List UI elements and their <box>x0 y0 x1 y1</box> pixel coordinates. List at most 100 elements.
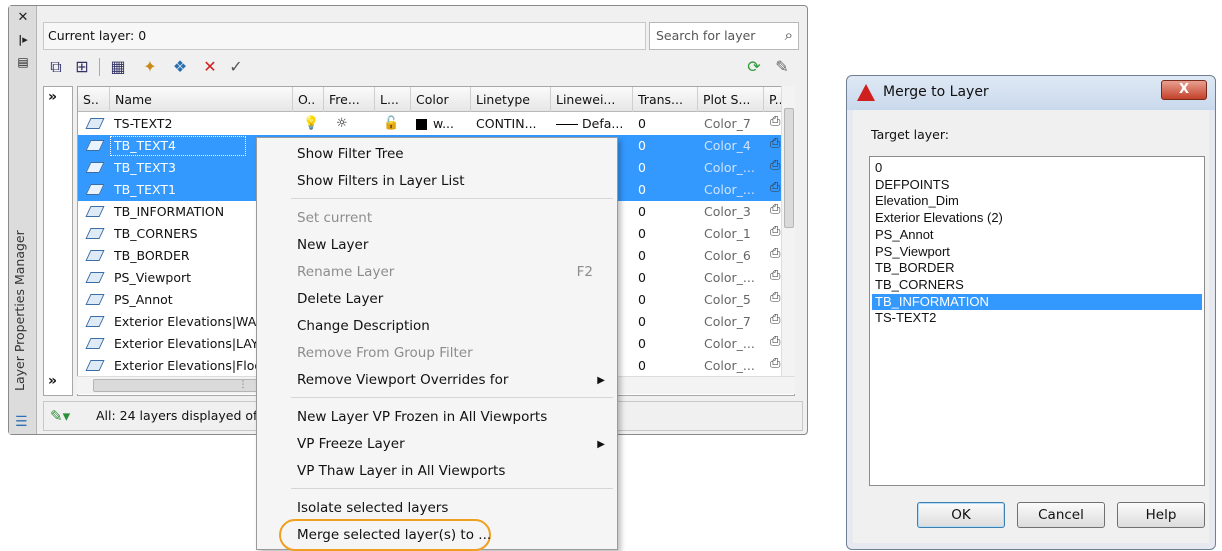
layer-transparency[interactable]: 0 <box>638 333 646 355</box>
plot-icon[interactable]: ⎙ <box>770 202 780 217</box>
menu-item[interactable]: VP Thaw Layer in All Viewports <box>257 458 617 485</box>
new-layer-icon[interactable]: ✦ <box>139 56 161 78</box>
layer-row[interactable]: TS-TEXT2 💡 ☼ 🔓 w... CONTIN... Defa... 0 Color_7 ⎙ <box>78 113 794 135</box>
layer-color[interactable]: w... <box>433 113 469 135</box>
layer-plot-style[interactable]: Color_4 <box>704 135 762 157</box>
target-layer-item[interactable]: TB_CORNERS <box>872 277 1202 293</box>
menu-item[interactable]: Change Description <box>257 313 617 340</box>
plot-icon[interactable]: ⎙ <box>770 356 780 371</box>
plot-icon[interactable]: ⎙ <box>770 224 780 239</box>
column-header[interactable]: O.. <box>293 87 324 112</box>
column-header[interactable]: S.. <box>78 87 110 112</box>
filter-status-icon[interactable]: ✎▾ <box>50 407 70 425</box>
settings-wrench-icon[interactable]: ✎ <box>771 56 793 78</box>
column-header[interactable]: Plot S... <box>698 87 764 112</box>
menu-item[interactable]: Show Filter Tree <box>257 141 617 168</box>
close-icon[interactable]: ✕ <box>14 10 32 26</box>
plot-icon[interactable]: ⎙ <box>770 268 780 283</box>
target-layer-list[interactable]: 0 DEFPOINTS Elevation_Dim Exterior Elevatio… <box>869 156 1205 486</box>
column-header[interactable]: Color <box>411 87 471 112</box>
target-layer-item[interactable]: PS_Annot <box>872 227 1202 243</box>
menu-item[interactable]: New Layer <box>257 232 617 259</box>
layer-transparency[interactable]: 0 <box>638 135 646 157</box>
layer-transparency[interactable]: 0 <box>638 179 646 201</box>
menu-item[interactable]: VP Freeze Layer ▶ <box>257 431 617 458</box>
layer-plot-style[interactable]: Color_... <box>704 267 762 289</box>
layer-transparency[interactable]: 0 <box>638 267 646 289</box>
plot-icon[interactable]: ⎙ <box>770 158 780 173</box>
expand-filter-icon[interactable]: » <box>48 89 57 105</box>
search-icon[interactable]: ⌕ <box>785 26 793 44</box>
menu-item[interactable]: Merge selected layer(s) to ... <box>257 522 617 549</box>
plot-icon[interactable]: ⎙ <box>770 246 780 261</box>
layer-plot-style[interactable]: Color_7 <box>704 113 762 135</box>
layer-plot-style[interactable]: Color_... <box>704 179 762 201</box>
layer-transparency[interactable]: 0 <box>638 223 646 245</box>
layer-plot-style[interactable]: Color_7 <box>704 311 762 333</box>
target-layer-item[interactable]: 0 <box>872 160 1202 176</box>
set-current-icon[interactable]: ✓ <box>225 56 247 78</box>
layer-transparency[interactable]: 0 <box>638 201 646 223</box>
properties-icon[interactable]: ▤ <box>14 54 32 70</box>
expand-filter-bottom-icon[interactable]: » <box>48 373 57 389</box>
column-header[interactable]: Name <box>110 87 293 112</box>
color-swatch[interactable] <box>416 119 427 130</box>
layer-name[interactable]: TS-TEXT2 <box>114 113 292 135</box>
plot-icon[interactable]: ⎙ <box>770 114 780 129</box>
cancel-button[interactable]: Cancel <box>1017 502 1105 528</box>
menu-item[interactable]: Delete Layer <box>257 286 617 313</box>
layer-plot-style[interactable]: Color_1 <box>704 223 762 245</box>
layer-states-manager-icon[interactable]: ▦ <box>107 56 129 78</box>
close-button[interactable]: X <box>1161 80 1207 100</box>
plot-icon[interactable]: ⎙ <box>770 334 780 349</box>
layer-transparency[interactable]: 0 <box>638 289 646 311</box>
target-layer-item[interactable]: PS_Viewport <box>872 244 1202 260</box>
unlock-icon[interactable]: 🔓 <box>383 113 399 135</box>
ok-button[interactable]: OK <box>917 502 1005 528</box>
auto-hide-icon[interactable]: |▸ <box>14 32 32 48</box>
plot-icon[interactable]: ⎙ <box>770 136 780 151</box>
column-header[interactable]: Linetype <box>471 87 551 112</box>
layer-transparency[interactable]: 0 <box>638 311 646 333</box>
plot-icon[interactable]: ⎙ <box>770 312 780 327</box>
new-group-filter-icon[interactable]: ⊞ <box>71 56 93 78</box>
layer-lineweight[interactable]: Defa... <box>582 113 630 135</box>
layer-linetype[interactable]: CONTIN... <box>476 113 550 135</box>
layer-plot-style[interactable]: Color_5 <box>704 289 762 311</box>
column-header[interactable]: L... <box>375 87 411 112</box>
layer-on-icon[interactable]: 💡 <box>303 113 319 135</box>
layer-transparency[interactable]: 0 <box>638 113 646 135</box>
menu-item[interactable]: Isolate selected layers <box>257 495 617 522</box>
column-header[interactable]: Trans... <box>633 87 698 112</box>
menu-item[interactable]: Show Filters in Layer List <box>257 168 617 195</box>
layer-plot-style[interactable]: Color_3 <box>704 201 762 223</box>
delete-layer-icon[interactable]: ✕ <box>199 56 221 78</box>
thaw-icon[interactable]: ☼ <box>336 113 348 135</box>
target-layer-item[interactable]: TS-TEXT2 <box>872 310 1202 326</box>
layer-plot-style[interactable]: Color_... <box>704 333 762 355</box>
layer-plot-style[interactable]: Color_6 <box>704 245 762 267</box>
layer-plot-style[interactable]: Color_... <box>704 355 762 377</box>
new-property-filter-icon[interactable]: ⧉ <box>45 56 67 78</box>
filter-tree-pane[interactable]: » » <box>43 86 73 396</box>
vertical-scrollbar[interactable] <box>781 86 795 376</box>
vertical-scroll-thumb[interactable] <box>784 108 794 228</box>
plot-icon[interactable]: ⎙ <box>770 290 780 305</box>
column-header[interactable]: Linewei... <box>551 87 633 112</box>
help-button[interactable]: Help <box>1117 502 1205 528</box>
search-input[interactable]: Search for layer ⌕ <box>649 22 799 50</box>
refresh-icon[interactable]: ⟳ <box>743 56 765 78</box>
target-layer-item[interactable]: Elevation_Dim <box>872 193 1202 209</box>
menu-item[interactable]: New Layer VP Frozen in All Viewports <box>257 404 617 431</box>
plot-icon[interactable]: ⎙ <box>770 180 780 195</box>
target-layer-item[interactable]: DEFPOINTS <box>872 177 1202 193</box>
column-header[interactable]: Fre... <box>324 87 375 112</box>
target-layer-item[interactable]: TB_BORDER <box>872 260 1202 276</box>
layer-transparency[interactable]: 0 <box>638 245 646 267</box>
target-layer-item[interactable]: Exterior Elevations (2) <box>872 210 1202 226</box>
menu-item[interactable]: Remove Viewport Overrides for ▶ <box>257 367 617 394</box>
target-layer-item[interactable]: TB_INFORMATION <box>872 293 1202 310</box>
layer-transparency[interactable]: 0 <box>638 157 646 179</box>
new-vp-frozen-layer-icon[interactable]: ❖ <box>169 56 191 78</box>
layer-plot-style[interactable]: Color_... <box>704 157 762 179</box>
